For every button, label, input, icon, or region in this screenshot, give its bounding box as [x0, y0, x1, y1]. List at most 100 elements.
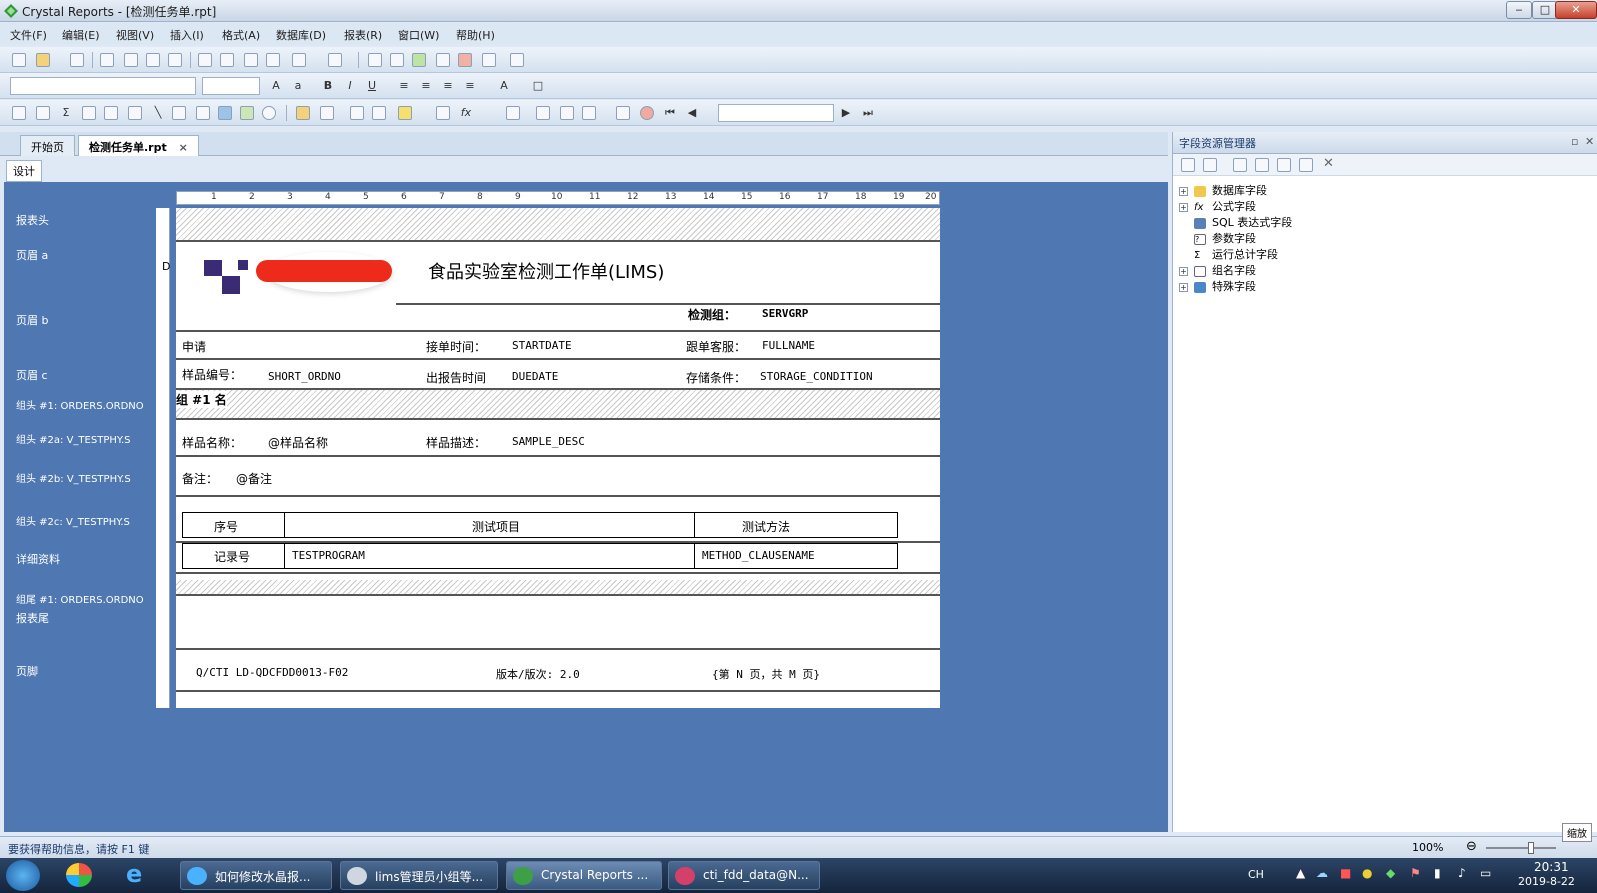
font-name-combo[interactable] [10, 77, 196, 95]
refresh-icon[interactable] [168, 53, 182, 67]
group-name-field[interactable]: 组 #1 名 [176, 391, 227, 408]
zoom-slider-thumb[interactable] [1528, 842, 1534, 854]
paste-icon[interactable] [244, 53, 258, 67]
print-preview-icon[interactable] [124, 53, 138, 67]
page-number-input[interactable] [718, 104, 834, 122]
close-tab-icon[interactable]: × [179, 141, 188, 154]
pin-icon[interactable]: ▫ [1571, 135, 1578, 148]
align-left-icon[interactable]: ≡ [396, 78, 412, 94]
align-right-icon[interactable]: ≡ [440, 78, 456, 94]
panel-close-icon[interactable]: ✕ [1585, 135, 1594, 148]
section-group-header-1[interactable]: 组头 #1: ORDERS.ORDNO [16, 397, 144, 412]
volume-tray-icon[interactable]: ♪ [1458, 866, 1466, 880]
tree-parameter-fields[interactable]: ? 参数字段 [1194, 230, 1256, 246]
cross-tab-icon[interactable] [82, 106, 96, 120]
section-page-header-c[interactable]: 页眉 c [16, 367, 48, 383]
format-painter-icon[interactable] [266, 53, 280, 67]
bold-button[interactable]: B [320, 78, 336, 94]
security-tray-icon[interactable]: ● [1362, 866, 1372, 880]
report-header-band[interactable] [176, 208, 940, 240]
clock-date[interactable]: 2019-8-22 [1518, 875, 1575, 888]
box-icon[interactable] [172, 106, 186, 120]
menu-report[interactable]: 报表(R) [344, 27, 382, 43]
section-report-footer[interactable]: 报表尾 [16, 610, 49, 626]
insert-summary-icon[interactable] [390, 53, 404, 67]
report-explorer-icon[interactable] [436, 53, 450, 67]
repository-icon[interactable] [458, 53, 472, 67]
font-color-icon[interactable]: A [496, 78, 512, 94]
section-details[interactable]: 详细资料 [16, 551, 60, 567]
insert-group-icon-2[interactable] [36, 106, 50, 120]
receive-time-label[interactable]: 接单时间： [426, 338, 486, 355]
menu-file[interactable]: 文件(F) [10, 27, 47, 43]
tab-report-file[interactable]: 检测任务单.rpt × [78, 135, 199, 156]
section-group-footer-1[interactable]: 组尾 #1: ORDERS.ORDNO [16, 591, 144, 606]
tree-special-fields[interactable]: + 特殊字段 [1179, 278, 1256, 294]
tab-start-page[interactable]: 开始页 [20, 135, 75, 156]
printer-setup-icon[interactable] [582, 106, 596, 120]
menu-format[interactable]: 格式(A) [222, 27, 260, 43]
redo-icon[interactable] [328, 53, 342, 67]
export-icon[interactable] [146, 53, 160, 67]
subreport-icon[interactable] [128, 106, 142, 120]
section-page-header-a[interactable]: 页眉 a [16, 247, 48, 263]
col-item-header[interactable]: 测试项目 [472, 518, 520, 535]
save-icon[interactable] [70, 53, 84, 67]
decrease-font-icon[interactable]: a [290, 78, 306, 94]
section-group-header-2a[interactable]: 组头 #2a: V_TESTPHY.S [16, 431, 130, 446]
tree-sql-fields[interactable]: SQL 表达式字段 [1194, 214, 1292, 230]
browser-icon[interactable] [66, 863, 92, 887]
field-explorer-icon[interactable] [412, 53, 426, 67]
col-seq-header[interactable]: 序号 [214, 518, 238, 535]
olap-icon[interactable] [104, 106, 118, 120]
task-lims[interactable]: lims管理员小组等... [340, 861, 498, 890]
client-label[interactable]: 申请 [182, 338, 206, 355]
menu-help[interactable]: 帮助(H) [456, 27, 495, 43]
shield-tray-icon[interactable]: ◆ [1386, 866, 1395, 880]
database-expert-icon[interactable] [296, 106, 310, 120]
sample-desc-field[interactable]: SAMPLE_DESC [512, 435, 585, 448]
border-icon[interactable]: □ [530, 78, 546, 94]
picture-icon[interactable] [196, 106, 210, 120]
browse-icon[interactable] [1203, 158, 1217, 172]
section-page-header-b[interactable]: 页眉 b [16, 312, 48, 328]
cs-label[interactable]: 跟单客服： [686, 338, 746, 355]
page-setup-icon[interactable] [560, 106, 574, 120]
group-header-1-band[interactable] [176, 390, 940, 418]
template-icon[interactable] [506, 106, 520, 120]
font-size-combo[interactable] [202, 77, 260, 95]
expand-icon[interactable]: + [1179, 282, 1188, 292]
group-footer-1-band[interactable] [176, 580, 940, 594]
insert-text-icon[interactable] [12, 106, 26, 120]
delete-icon[interactable]: ✕ [1323, 156, 1334, 171]
previous-page-icon[interactable]: ◀ [684, 105, 700, 121]
map-icon[interactable] [240, 106, 254, 120]
cs-field[interactable]: FULLNAME [762, 339, 815, 352]
report-time-label[interactable]: 出报告时间 [426, 369, 486, 386]
tab-design[interactable]: 设计 [6, 160, 42, 182]
zoom-slider[interactable] [1486, 847, 1556, 849]
expand-icon[interactable]: + [1179, 186, 1188, 196]
sum-icon[interactable]: Σ [58, 105, 74, 121]
task-ie[interactable]: 如何修改水晶报... [180, 861, 332, 890]
find-icon[interactable] [510, 53, 524, 67]
tree-running-total-fields[interactable]: Σ 运行总计字段 [1194, 246, 1278, 262]
clock-time[interactable]: 20:31 [1534, 860, 1569, 874]
tree-database-fields[interactable]: + 数据库字段 [1179, 182, 1267, 198]
formula-workshop-icon[interactable]: fx [458, 105, 474, 121]
row-seq-field[interactable]: 记录号 [214, 548, 250, 565]
sample-desc-label[interactable]: 样品描述： [426, 434, 486, 451]
next-page-icon[interactable]: ▶ [838, 105, 854, 121]
section-group-header-2b[interactable]: 组头 #2b: V_TESTPHY.S [16, 470, 131, 485]
minimize-button[interactable]: ‒ [1506, 1, 1532, 19]
servgrp-field[interactable]: SERVGRP [762, 307, 808, 320]
remark-label[interactable]: 备注： [182, 470, 218, 487]
duplicate-icon[interactable] [1277, 158, 1291, 172]
row-method-field[interactable]: METHOD_CLAUSENAME [702, 549, 815, 562]
expand-icon[interactable]: + [1179, 202, 1188, 212]
sample-name-field[interactable]: @样品名称 [268, 434, 328, 451]
undo-icon[interactable] [292, 53, 306, 67]
ie-icon[interactable]: e [126, 862, 156, 888]
menu-view[interactable]: 视图(V) [116, 27, 154, 43]
storage-label[interactable]: 存储条件： [686, 369, 746, 386]
